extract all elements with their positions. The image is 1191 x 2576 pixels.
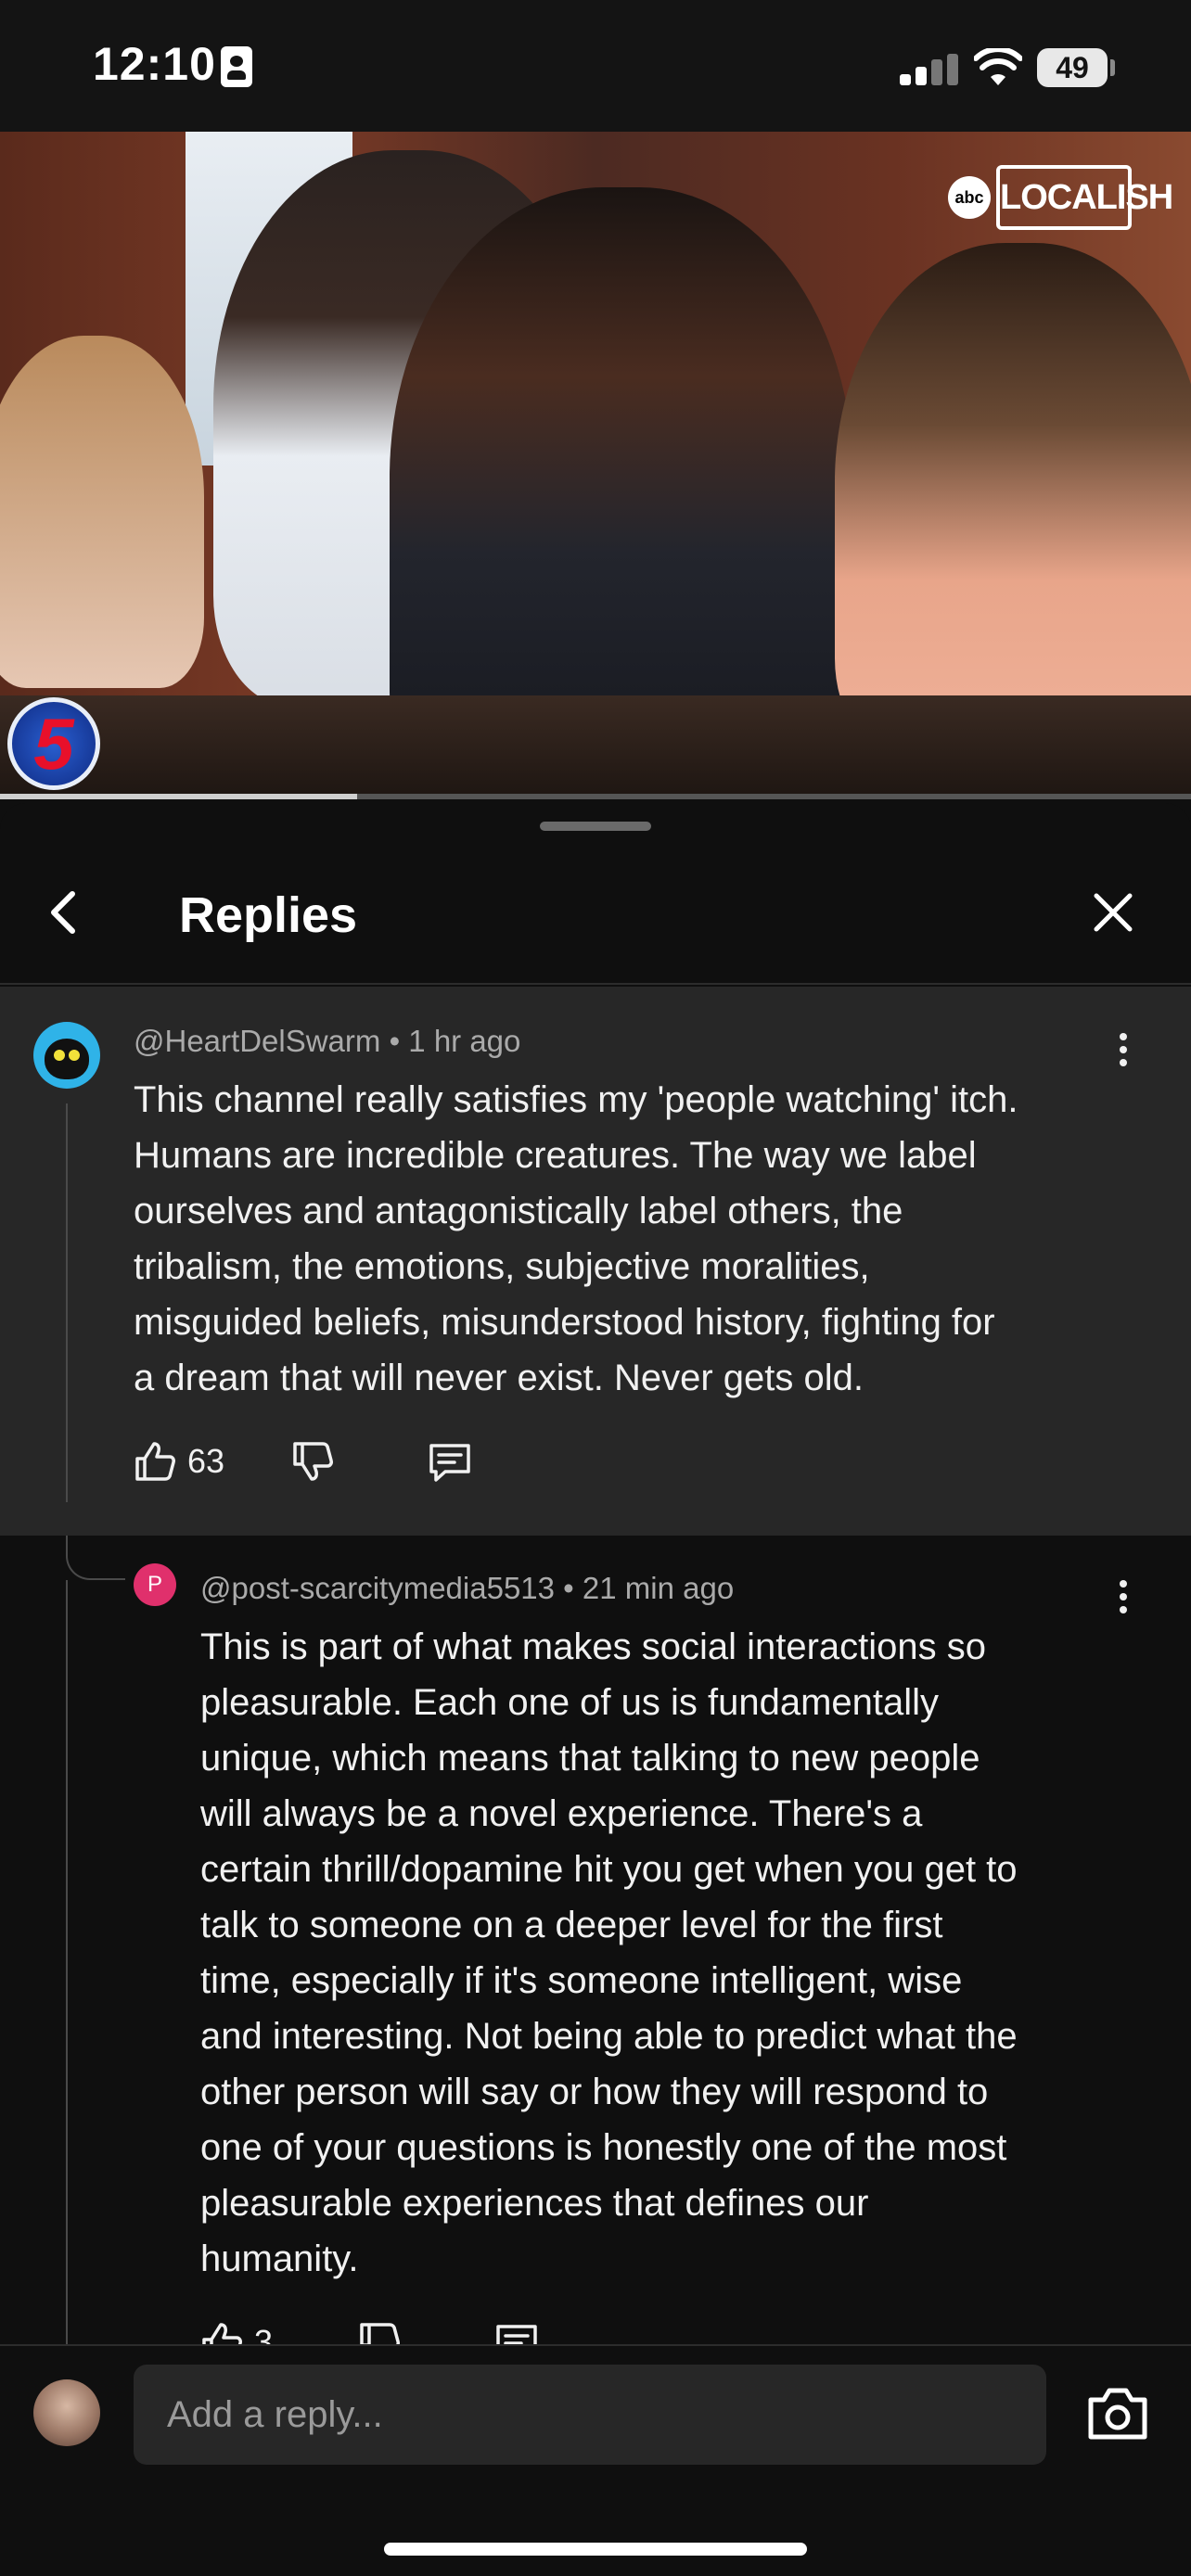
reply-input[interactable] <box>134 2365 1046 2465</box>
comment-line: other person will say or how they will r… <box>200 2072 989 2112</box>
comment-line: certain thrill/dopamine hit you get when… <box>200 1849 1018 1890</box>
video-progress-bar[interactable] <box>0 794 1191 799</box>
avatar[interactable] <box>33 1022 100 1089</box>
comment-line: This channel really satisfies my 'people… <box>134 1079 1018 1120</box>
back-arrow-icon[interactable] <box>37 885 93 940</box>
comment-line: and interesting. Not being able to predi… <box>200 2016 1018 2057</box>
comment-text: This is part of what makes social intera… <box>200 1619 1018 2287</box>
comment-time: 1 hr ago <box>408 1024 521 1058</box>
like-count: 3 <box>254 2323 274 2344</box>
page-title: Replies <box>179 887 358 943</box>
thumbs-down-icon <box>360 2323 400 2344</box>
more-options-icon[interactable] <box>1109 1033 1137 1079</box>
comment-author[interactable]: @HeartDelSwarm <box>134 1024 380 1058</box>
video-person-left <box>0 336 204 688</box>
reply-comment: P @post-scarcitymedia5513 • 21 min ago T… <box>0 1536 1191 2344</box>
battery-level: 49 <box>1037 48 1108 87</box>
comment-text: This channel really satisfies my 'people… <box>134 1072 1018 1406</box>
camera-icon[interactable] <box>1085 2383 1150 2444</box>
comment-meta: @post-scarcitymedia5513 • 21 min ago <box>200 1571 734 1606</box>
reply-button[interactable] <box>493 2315 540 2344</box>
drag-handle[interactable] <box>540 822 651 831</box>
thread-line <box>66 1103 68 1502</box>
comment-line: one of your questions is honestly one of… <box>200 2127 1007 2168</box>
localish-logo: LOCALISH <box>996 165 1173 230</box>
wifi-icon <box>974 48 1022 85</box>
reply-button[interactable] <box>427 1434 473 1489</box>
comment-line: misguided beliefs, misunderstood history… <box>134 1302 995 1343</box>
video-desk <box>0 695 1191 797</box>
cellular-signal-icon <box>900 54 959 85</box>
status-time: 12:10 <box>93 38 216 90</box>
channel-5-logo: 5 <box>7 697 100 790</box>
comment-time: 21 min ago <box>582 1571 735 1605</box>
replies-sheet: Replies @HeartDelSwarm • 1 hr ago This c… <box>0 803 1191 2576</box>
comment-line: ourselves and antagonistically label oth… <box>134 1191 903 1231</box>
comment-author[interactable]: @post-scarcitymedia5513 <box>200 1571 555 1605</box>
sheet-header: Replies <box>0 840 1191 985</box>
thumbs-up-icon <box>202 2323 242 2344</box>
comment-line: Humans are incredible creatures. The way… <box>134 1135 977 1176</box>
thumbs-down-icon <box>293 1442 333 1481</box>
video-progress-fill <box>0 794 358 799</box>
avatar[interactable]: P <box>134 1563 176 1606</box>
comment-icon <box>429 1444 470 1482</box>
parent-comment: @HeartDelSwarm • 1 hr ago This channel r… <box>0 987 1191 1536</box>
meta-separator: • <box>389 1024 409 1058</box>
comment-line: tribalism, the emotions, subjective mora… <box>134 1246 870 1287</box>
close-icon[interactable] <box>1085 885 1141 940</box>
video-player[interactable] <box>0 132 1191 797</box>
like-button[interactable]: 3 <box>198 2315 273 2344</box>
comment-line: unique, which means that talking to new … <box>200 1738 980 1779</box>
thumbs-up-icon <box>135 1442 175 1481</box>
thread-line <box>66 1580 68 2344</box>
comment-line: pleasurable. Each one of us is fundament… <box>200 1682 940 1723</box>
comment-line: time, especially if it's someone intelli… <box>200 1960 963 2001</box>
status-bar: 12:10 49 <box>0 0 1191 132</box>
home-indicator[interactable] <box>384 2543 807 2556</box>
comment-meta: @HeartDelSwarm • 1 hr ago <box>134 1024 520 1059</box>
comment-line: talk to someone on a deeper level for th… <box>200 1905 943 1945</box>
comment-icon <box>496 2325 537 2344</box>
video-person-right <box>835 243 1191 762</box>
comment-line: humanity. <box>200 2238 359 2279</box>
like-button[interactable]: 63 <box>132 1434 224 1489</box>
cat-eye-right <box>69 1050 80 1061</box>
dislike-button[interactable] <box>289 1434 336 1489</box>
comment-line: a dream that will never exist. Never get… <box>134 1358 864 1398</box>
dislike-button[interactable] <box>356 2315 403 2344</box>
thread-connector <box>66 1536 125 1580</box>
reply-bar <box>0 2344 1191 2576</box>
avatar <box>33 2379 100 2446</box>
comment-line: will always be a novel experience. There… <box>200 1793 923 1834</box>
more-options-icon[interactable] <box>1109 1580 1137 1626</box>
meta-separator: • <box>563 1571 583 1605</box>
abc-logo: abc <box>948 176 991 219</box>
like-count: 63 <box>187 1442 225 1480</box>
comment-line: This is part of what makes social intera… <box>200 1626 987 1667</box>
battery-tip <box>1110 59 1115 76</box>
contact-card-icon <box>221 46 252 87</box>
cat-eye-left <box>54 1050 65 1061</box>
comment-line: pleasurable experiences that defines our <box>200 2183 869 2224</box>
cat-icon <box>45 1039 89 1079</box>
